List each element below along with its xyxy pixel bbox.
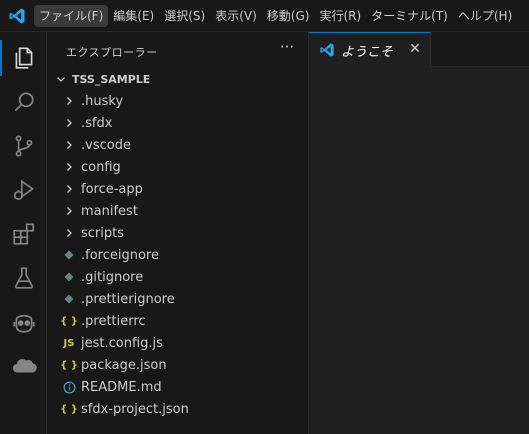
folder-item[interactable]: manifest xyxy=(47,200,308,222)
chevron-right-icon xyxy=(61,159,77,175)
tree-item-label: .gitignore xyxy=(81,269,144,285)
tree-item-label: .vscode xyxy=(81,137,131,153)
tree-item-label: scripts xyxy=(81,225,124,241)
testing-icon[interactable] xyxy=(0,256,47,300)
menu-item[interactable]: ヘルプ(H) xyxy=(453,5,517,27)
json-file-icon: { } xyxy=(60,403,78,415)
tree-item-label: .prettierrc xyxy=(81,313,146,329)
ignore-file-icon xyxy=(61,291,77,307)
menu-item[interactable]: 選択(S) xyxy=(159,5,210,27)
menu-item[interactable]: 編集(E) xyxy=(108,5,159,27)
file-item[interactable]: { } .prettierrc xyxy=(47,310,308,332)
close-icon[interactable]: ✕ xyxy=(407,41,423,57)
chevron-right-icon xyxy=(61,115,77,131)
activity-bar xyxy=(0,32,47,434)
tab-strip: ようこそ ✕ xyxy=(309,32,529,67)
vscode-logo-icon xyxy=(320,43,334,57)
run-debug-icon[interactable] xyxy=(0,168,47,212)
file-item[interactable]: .gitignore xyxy=(47,266,308,288)
file-item[interactable]: README.md xyxy=(47,376,308,398)
json-file-icon: { } xyxy=(60,359,78,371)
tree-item-label: config xyxy=(81,159,121,175)
menu-item[interactable]: 実行(R) xyxy=(314,5,366,27)
file-item[interactable]: .forceignore xyxy=(47,244,308,266)
tree-item-label: .husky xyxy=(81,93,124,109)
tree-item-label: sfdx-project.json xyxy=(81,401,189,417)
tab-welcome-label: ようこそ xyxy=(341,44,394,60)
chevron-right-icon xyxy=(61,225,77,241)
file-tree: .husky .sfdx .vscode config force-app manifes… xyxy=(47,90,308,420)
chevron-right-icon xyxy=(61,181,77,197)
folder-item[interactable]: .sfdx xyxy=(47,112,308,134)
menu-item[interactable]: ファイル(F) xyxy=(34,5,109,27)
sidebar-title: エクスプローラー xyxy=(66,46,158,59)
tree-item-label: .sfdx xyxy=(81,115,113,131)
file-item[interactable]: JS jest.config.js xyxy=(47,332,308,354)
tree-item-label: package.json xyxy=(81,357,167,373)
menu-item[interactable]: ターミナル(T) xyxy=(366,5,453,27)
source-control-icon[interactable] xyxy=(0,124,47,168)
editor-area: ようこそ ✕ xyxy=(309,32,529,434)
file-item[interactable]: .prettierignore xyxy=(47,288,308,310)
copilot-icon[interactable] xyxy=(0,300,47,344)
tab-welcome[interactable]: ようこそ ✕ xyxy=(309,32,431,67)
vscode-logo-icon[interactable] xyxy=(8,7,26,25)
extensions-icon[interactable] xyxy=(0,212,47,256)
ignore-file-icon xyxy=(61,269,77,285)
menu-item[interactable]: 表示(V) xyxy=(210,5,262,27)
tree-item-label: manifest xyxy=(81,203,138,219)
file-item[interactable]: { } sfdx-project.json xyxy=(47,398,308,420)
explorer-icon[interactable] xyxy=(0,36,47,80)
search-icon[interactable] xyxy=(0,80,47,124)
folder-item[interactable]: .husky xyxy=(47,90,308,112)
chevron-down-icon xyxy=(50,73,72,85)
menu-bar: ファイル(F) 編集(E) 選択(S) 表示(V) 移動(G) 実行(R) ターミナル(T)… xyxy=(34,5,517,27)
more-actions-icon[interactable]: ··· xyxy=(277,38,297,56)
tree-item-label: force-app xyxy=(81,181,143,197)
salesforce-cloud-icon[interactable] xyxy=(0,344,47,388)
tree-item-label: README.md xyxy=(81,379,162,395)
folder-item[interactable]: scripts xyxy=(47,222,308,244)
js-file-icon: JS xyxy=(63,337,75,349)
menu-item[interactable]: 移動(G) xyxy=(262,5,315,27)
info-file-icon xyxy=(61,379,77,395)
explorer-sidebar: エクスプローラー ··· TSS_SAMPLE .husky .sfdx .vsco… xyxy=(47,32,309,434)
json-file-icon: { } xyxy=(60,315,78,327)
tree-item-label: .prettierignore xyxy=(81,291,175,307)
chevron-right-icon xyxy=(61,93,77,109)
ignore-file-icon xyxy=(61,247,77,263)
workspace-root-label: TSS_SAMPLE xyxy=(72,72,151,86)
folder-item[interactable]: force-app xyxy=(47,178,308,200)
folder-item[interactable]: config xyxy=(47,156,308,178)
chevron-right-icon xyxy=(61,203,77,219)
file-item[interactable]: { } package.json xyxy=(47,354,308,376)
workspace-root[interactable]: TSS_SAMPLE xyxy=(47,68,308,90)
chevron-right-icon xyxy=(61,137,77,153)
title-bar: ファイル(F) 編集(E) 選択(S) 表示(V) 移動(G) 実行(R) ターミナル(T)… xyxy=(0,0,529,32)
folder-item[interactable]: .vscode xyxy=(47,134,308,156)
tree-item-label: .forceignore xyxy=(81,247,159,263)
tree-item-label: jest.config.js xyxy=(81,335,163,351)
